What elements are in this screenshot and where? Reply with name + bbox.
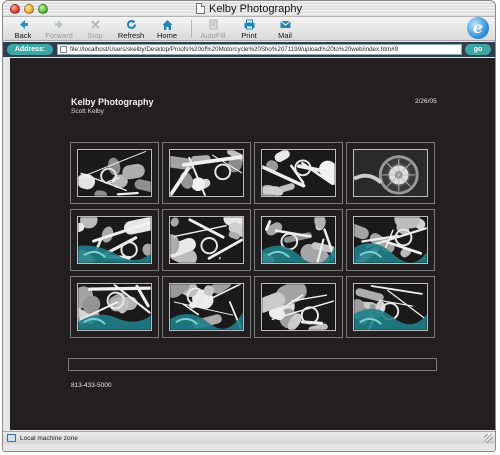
mail-label: Mail	[278, 31, 292, 40]
go-button[interactable]: go	[465, 44, 491, 55]
home-button[interactable]: Home	[149, 18, 185, 40]
thumbnail-image[interactable]	[353, 216, 428, 264]
home-label: Home	[156, 31, 177, 40]
thumbnail-image[interactable]	[261, 149, 336, 197]
thumbnail-cell[interactable]	[346, 276, 435, 338]
page-title: Kelby Photography	[71, 97, 154, 107]
thumbnail-image[interactable]	[353, 283, 428, 331]
autofill-label: AutoFill	[200, 31, 226, 40]
address-label: Address:	[7, 44, 53, 55]
phone-number: 813-433-5000	[71, 382, 112, 389]
thumbnail-image[interactable]	[77, 283, 152, 331]
thumbnail-image[interactable]	[77, 149, 152, 197]
stop-icon	[77, 18, 113, 31]
forward-arrow-icon	[41, 18, 77, 31]
refresh-label: Refresh	[117, 31, 145, 40]
refresh-icon	[113, 18, 149, 31]
thumbnail-image[interactable]	[169, 149, 244, 197]
mail-icon	[267, 18, 303, 31]
toolbar-separator	[191, 20, 192, 38]
address-field[interactable]: file://localhost/Users/skelby/Desktop/Pr…	[57, 44, 462, 55]
resize-grip[interactable]	[484, 434, 493, 443]
zone-text: Local machine zone	[20, 435, 78, 442]
thumbnail-grid	[70, 142, 436, 338]
stop-label: Stop	[87, 31, 103, 40]
thumbnail-cell[interactable]	[162, 142, 251, 204]
forward-label: Forward	[45, 31, 73, 40]
page-favicon-icon	[60, 46, 67, 53]
forward-button[interactable]: Forward	[41, 18, 77, 40]
thumbnail-image[interactable]	[261, 216, 336, 264]
mail-button[interactable]: Mail	[267, 18, 303, 40]
address-url[interactable]: file://localhost/Users/skelby/Desktop/Pr…	[70, 45, 458, 55]
thumbnail-image[interactable]	[169, 283, 244, 331]
stop-button[interactable]: Stop	[77, 18, 113, 40]
thumbnail-image[interactable]	[169, 216, 244, 264]
back-label: Back	[14, 31, 32, 40]
go-label: go	[473, 46, 483, 53]
local-zone-icon	[7, 434, 16, 442]
caption-bar	[68, 358, 437, 371]
print-button[interactable]: Print	[231, 18, 267, 40]
autofill-button[interactable]: AutoFill	[195, 18, 231, 40]
internet-explorer-logo-icon: e	[467, 17, 489, 39]
page-subtitle: Scott Kelby	[71, 108, 104, 115]
print-icon	[231, 18, 267, 31]
title-bar: Kelby Photography	[3, 1, 495, 17]
document-icon	[196, 3, 206, 14]
back-arrow-icon	[5, 18, 41, 31]
print-label: Print	[241, 31, 257, 40]
address-bar: Address: file://localhost/Users/skelby/D…	[3, 42, 495, 57]
back-button[interactable]: Back	[5, 18, 41, 40]
thumbnail-cell[interactable]	[346, 209, 435, 271]
thumbnail-cell[interactable]	[70, 209, 159, 271]
thumbnail-cell[interactable]	[254, 142, 343, 204]
browser-window: Kelby Photography Back Forward Stop Refr…	[2, 0, 496, 452]
thumbnail-cell[interactable]	[254, 209, 343, 271]
home-icon	[149, 18, 185, 31]
window-title: Kelby Photography	[209, 3, 302, 15]
web-page-content: Kelby Photography Scott Kelby 2/26/05 81…	[10, 58, 495, 430]
thumbnail-cell[interactable]	[70, 276, 159, 338]
thumbnail-image[interactable]	[261, 283, 336, 331]
page-date: 2/26/05	[415, 98, 437, 105]
thumbnail-cell[interactable]	[346, 142, 435, 204]
refresh-button[interactable]: Refresh	[113, 18, 149, 40]
window-title-wrap: Kelby Photography	[3, 2, 495, 16]
autofill-icon	[195, 18, 231, 31]
thumbnail-cell[interactable]	[162, 276, 251, 338]
thumbnail-cell[interactable]	[162, 209, 251, 271]
status-bar: Local machine zone	[3, 431, 495, 444]
thumbnail-cell[interactable]	[70, 142, 159, 204]
thumbnail-image[interactable]	[353, 149, 428, 197]
browser-toolbar: Back Forward Stop Refresh Home AutoFill …	[3, 17, 495, 41]
thumbnail-cell[interactable]	[254, 276, 343, 338]
thumbnail-image[interactable]	[77, 216, 152, 264]
